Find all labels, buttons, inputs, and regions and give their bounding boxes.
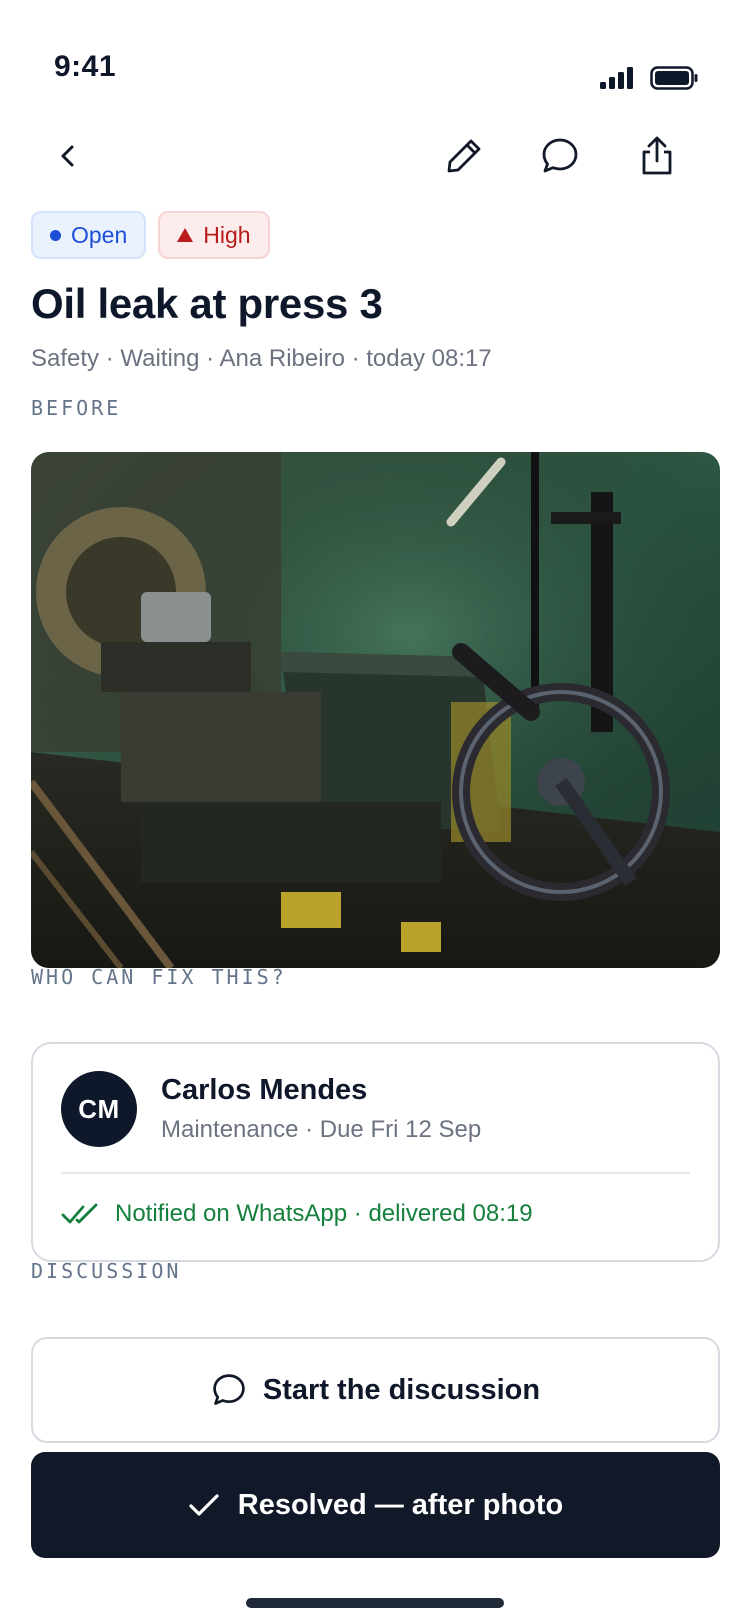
status-bar: 9:41 xyxy=(0,0,750,110)
back-button[interactable] xyxy=(40,128,96,184)
nav-bar xyxy=(0,118,750,190)
status-icons xyxy=(600,66,698,90)
checkmark-icon xyxy=(189,1494,219,1516)
status-time: 9:41 xyxy=(54,50,117,83)
edit-button[interactable] xyxy=(436,128,492,184)
status-badge-open: Open xyxy=(31,211,147,259)
chat-bubble-icon xyxy=(542,138,578,173)
assignee-card[interactable]: CM Carlos Mendes Maintenance · Due Fri 1… xyxy=(31,1042,720,1262)
assignee-name: Carlos Mendes xyxy=(161,1074,368,1106)
before-section-label: BEFORE xyxy=(31,396,122,420)
resolve-label: Resolved — after photo xyxy=(237,1488,564,1521)
assignee-section-label: WHO CAN FIX THIS? xyxy=(31,965,287,989)
issue-meta: Safety · Waiting · Ana Ribeiro · today 0… xyxy=(31,345,492,372)
notification-status: Notified on WhatsApp · delivered 08:19 xyxy=(61,1200,533,1228)
chevron-left-icon xyxy=(61,145,74,167)
discussion-section-label: DISCUSSION xyxy=(31,1259,182,1283)
resolve-button[interactable]: Resolved — after photo xyxy=(31,1452,720,1558)
warning-triangle-icon xyxy=(177,228,194,242)
signal-icon xyxy=(600,67,633,89)
home-indicator[interactable] xyxy=(246,1598,504,1608)
card-divider xyxy=(61,1172,690,1174)
avatar: CM xyxy=(61,1071,137,1147)
start-discussion-button[interactable]: Start the discussion xyxy=(31,1337,720,1443)
share-icon xyxy=(642,136,672,175)
chat-bubble-icon xyxy=(213,1374,245,1405)
status-dot-icon xyxy=(50,229,61,241)
notification-text: Notified on WhatsApp · delivered 08:19 xyxy=(115,1200,533,1227)
share-button[interactable] xyxy=(629,128,685,184)
double-check-icon xyxy=(61,1203,98,1224)
status-badge-label: Open xyxy=(71,221,128,248)
battery-icon xyxy=(650,66,698,90)
comment-button[interactable] xyxy=(532,128,588,184)
status-badges: Open High xyxy=(31,211,270,259)
issue-title: Oil leak at press 3 xyxy=(31,280,383,327)
before-photo[interactable] xyxy=(31,452,720,968)
machine-photo-image xyxy=(31,452,720,968)
start-discussion-label: Start the discussion xyxy=(262,1373,541,1406)
priority-badge-high: High xyxy=(158,211,270,259)
assignee-meta: Maintenance · Due Fri 12 Sep xyxy=(161,1116,482,1143)
priority-badge-label: High xyxy=(203,221,251,248)
pencil-icon xyxy=(447,139,481,173)
